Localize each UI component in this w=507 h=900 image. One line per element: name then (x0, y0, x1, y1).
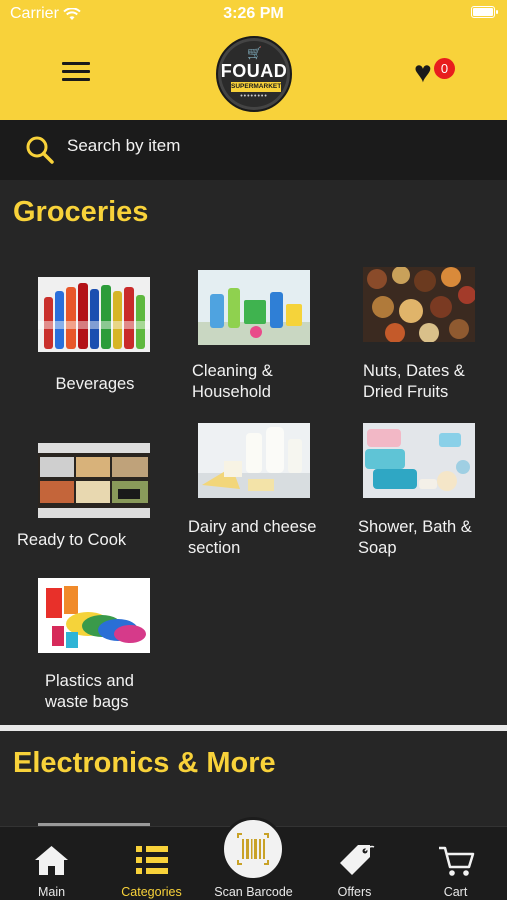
tab-label: Categories (121, 885, 182, 899)
search-icon (26, 136, 54, 164)
shower-photo (363, 423, 475, 498)
store-logo: 🛒 FOUAD SUPERMARKET •••••••• (216, 36, 292, 112)
search-input[interactable]: Search by item (67, 136, 180, 156)
tab-main[interactable]: Main (1, 827, 102, 900)
barcode-icon (237, 833, 269, 865)
status-time: 3:26 PM (223, 5, 284, 22)
list-icon (136, 846, 168, 874)
section-electronics: Electronics & More (0, 731, 507, 826)
category-label: Beverages (55, 375, 135, 393)
tab-bar: Main Categories Scan Barcode Offers Cart (0, 817, 507, 900)
favorites-button[interactable]: ♥ 0 (414, 58, 458, 90)
search-bar[interactable]: Search by item (0, 120, 507, 180)
logo-subtitle: SUPERMARKET (231, 82, 282, 92)
category-cleaning[interactable]: Cleaning & Household (180, 270, 330, 410)
cleaning-photo (198, 270, 310, 345)
menu-icon[interactable] (62, 62, 90, 84)
category-label: Dairy and cheese section (188, 518, 317, 557)
category-label: Shower, Bath & Soap (358, 518, 472, 557)
category-dairy[interactable]: Dairy and cheese section (180, 423, 330, 563)
category-shower[interactable]: Shower, Bath & Soap (345, 423, 495, 563)
app-header: Carrier 3:26 PM 🛒 FOUAD SUPERMARKET ••••… (0, 0, 507, 120)
category-nuts[interactable]: Nuts, Dates & Dried Fruits (345, 267, 495, 407)
tab-cart[interactable]: Cart (405, 827, 506, 900)
category-label: Nuts, Dates & Dried Fruits (363, 362, 465, 401)
tab-label: Scan Barcode (214, 885, 293, 899)
cart-icon (439, 846, 475, 876)
section-groceries: Groceries Beverages Cleaning & Household… (0, 180, 507, 725)
app-screen: Carrier 3:26 PM 🛒 FOUAD SUPERMARKET ••••… (0, 0, 507, 900)
tag-icon (340, 845, 375, 875)
section-title: Electronics & More (13, 747, 276, 779)
categories-scroll[interactable]: Groceries Beverages Cleaning & Household… (0, 180, 507, 826)
plastics-photo (38, 578, 150, 653)
home-icon (35, 846, 68, 875)
beverages-photo (38, 277, 150, 352)
category-label: Cleaning & Household (192, 362, 273, 401)
logo-cart-icon: 🛒 (247, 46, 262, 60)
tab-label: Cart (443, 885, 468, 899)
ready-to-cook-photo (38, 443, 150, 518)
dairy-photo (198, 423, 310, 498)
tab-offers[interactable]: Offers (304, 827, 405, 900)
logo-name: FOUAD (220, 61, 288, 81)
section-title: Groceries (13, 196, 149, 228)
favorites-badge: 0 (434, 58, 455, 79)
category-label: Ready to Cook (17, 531, 127, 549)
battery-icon (471, 6, 498, 18)
heart-icon: ♥ (414, 56, 432, 89)
tab-categories[interactable]: Categories (101, 827, 202, 900)
category-ready-to-cook[interactable]: Ready to Cook (17, 443, 170, 563)
tab-label: Main (37, 885, 66, 899)
category-plastics[interactable]: Plastics and waste bags (20, 578, 170, 718)
tab-label: Offers (337, 885, 372, 899)
logo-dots: •••••••• (240, 93, 268, 100)
scan-barcode-button[interactable] (221, 817, 285, 881)
nuts-photo (363, 267, 475, 342)
status-bar: Carrier 3:26 PM (0, 0, 507, 28)
category-label: Plastics and waste bags (45, 672, 134, 711)
category-beverages[interactable]: Beverages (20, 277, 170, 407)
